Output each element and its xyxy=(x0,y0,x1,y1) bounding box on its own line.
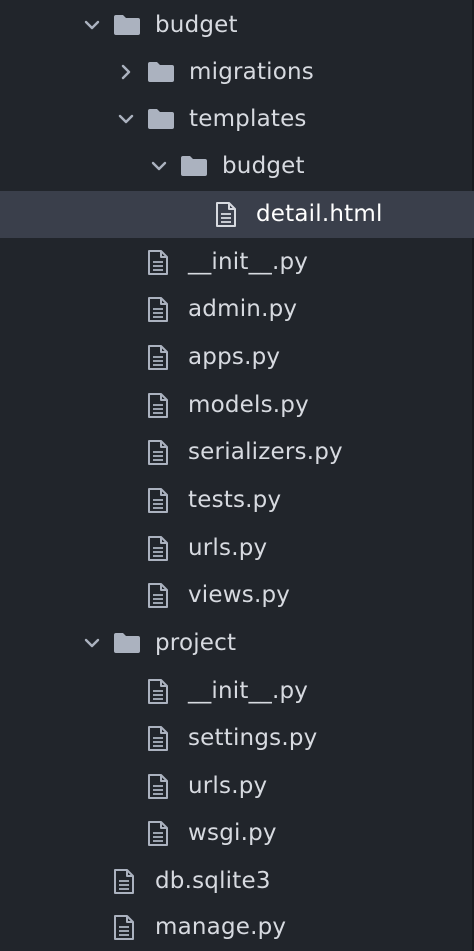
file-label: models.py xyxy=(188,392,309,418)
file-label: __init__.py xyxy=(188,678,309,704)
file-text-icon xyxy=(148,583,168,608)
folder-icon xyxy=(181,156,207,176)
tree-file[interactable]: db.sqlite3 xyxy=(0,858,474,905)
file-text-icon xyxy=(148,821,168,846)
folder-icon xyxy=(148,62,174,82)
tree-file[interactable]: urls.py xyxy=(0,763,474,810)
file-text-icon xyxy=(148,440,168,465)
tree-file[interactable]: wsgi.py xyxy=(0,810,474,857)
folder-label: project xyxy=(155,630,237,656)
tree-file[interactable]: serializers.py xyxy=(0,429,474,476)
tree-folder-migrations[interactable]: migrations xyxy=(0,49,474,96)
chevron-down-icon[interactable] xyxy=(149,156,169,176)
tree-file[interactable]: tests.py xyxy=(0,477,474,524)
file-label: apps.py xyxy=(188,344,281,370)
tree-file[interactable]: __init__.py xyxy=(0,668,474,715)
file-label: db.sqlite3 xyxy=(155,868,271,894)
tree-file[interactable]: models.py xyxy=(0,382,474,429)
folder-label: templates xyxy=(189,106,307,132)
tree-folder-templates[interactable]: templates xyxy=(0,96,474,143)
file-label: views.py xyxy=(188,582,291,608)
tree-file[interactable]: views.py xyxy=(0,572,474,619)
file-label: wsgi.py xyxy=(188,820,277,846)
file-text-icon xyxy=(148,488,168,513)
file-label: manage.py xyxy=(155,914,287,940)
chevron-down-icon[interactable] xyxy=(116,109,136,129)
folder-icon xyxy=(114,15,140,35)
file-label: tests.py xyxy=(188,487,282,513)
folder-icon xyxy=(114,633,140,653)
file-text-icon xyxy=(114,915,134,940)
file-label: urls.py xyxy=(188,773,268,799)
tree-folder-templates-budget[interactable]: budget xyxy=(0,143,474,190)
tree-folder-project[interactable]: project xyxy=(0,620,474,667)
tree-file[interactable]: manage.py xyxy=(0,904,474,951)
file-label: detail.html xyxy=(256,201,383,227)
chevron-right-icon[interactable] xyxy=(116,62,136,82)
file-text-icon xyxy=(148,393,168,418)
file-text-icon xyxy=(148,345,168,370)
file-text-icon xyxy=(148,679,168,704)
file-text-icon xyxy=(148,536,168,561)
tree-file[interactable]: __init__.py xyxy=(0,239,474,286)
tree-file-detail-html[interactable]: detail.html xyxy=(0,191,474,238)
folder-label: budget xyxy=(222,153,305,179)
file-text-icon xyxy=(148,726,168,751)
folder-icon xyxy=(148,109,174,129)
file-text-icon xyxy=(148,774,168,799)
file-label: admin.py xyxy=(188,296,298,322)
chevron-down-icon[interactable] xyxy=(82,15,102,35)
file-label: __init__.py xyxy=(188,249,309,275)
file-tree-panel: budget migrations templates budget detai… xyxy=(0,0,474,951)
file-text-icon xyxy=(216,202,236,227)
tree-file[interactable]: settings.py xyxy=(0,715,474,762)
chevron-down-icon[interactable] xyxy=(82,633,102,653)
tree-file[interactable]: admin.py xyxy=(0,286,474,333)
file-label: serializers.py xyxy=(188,439,343,465)
tree-folder-budget[interactable]: budget xyxy=(0,2,474,49)
folder-label: budget xyxy=(155,12,238,38)
folder-label: migrations xyxy=(189,59,314,85)
file-label: urls.py xyxy=(188,535,268,561)
file-text-icon xyxy=(148,297,168,322)
file-label: settings.py xyxy=(188,725,318,751)
file-text-icon xyxy=(148,250,168,275)
file-text-icon xyxy=(114,869,134,894)
tree-file[interactable]: urls.py xyxy=(0,525,474,572)
tree-file[interactable]: apps.py xyxy=(0,334,474,381)
